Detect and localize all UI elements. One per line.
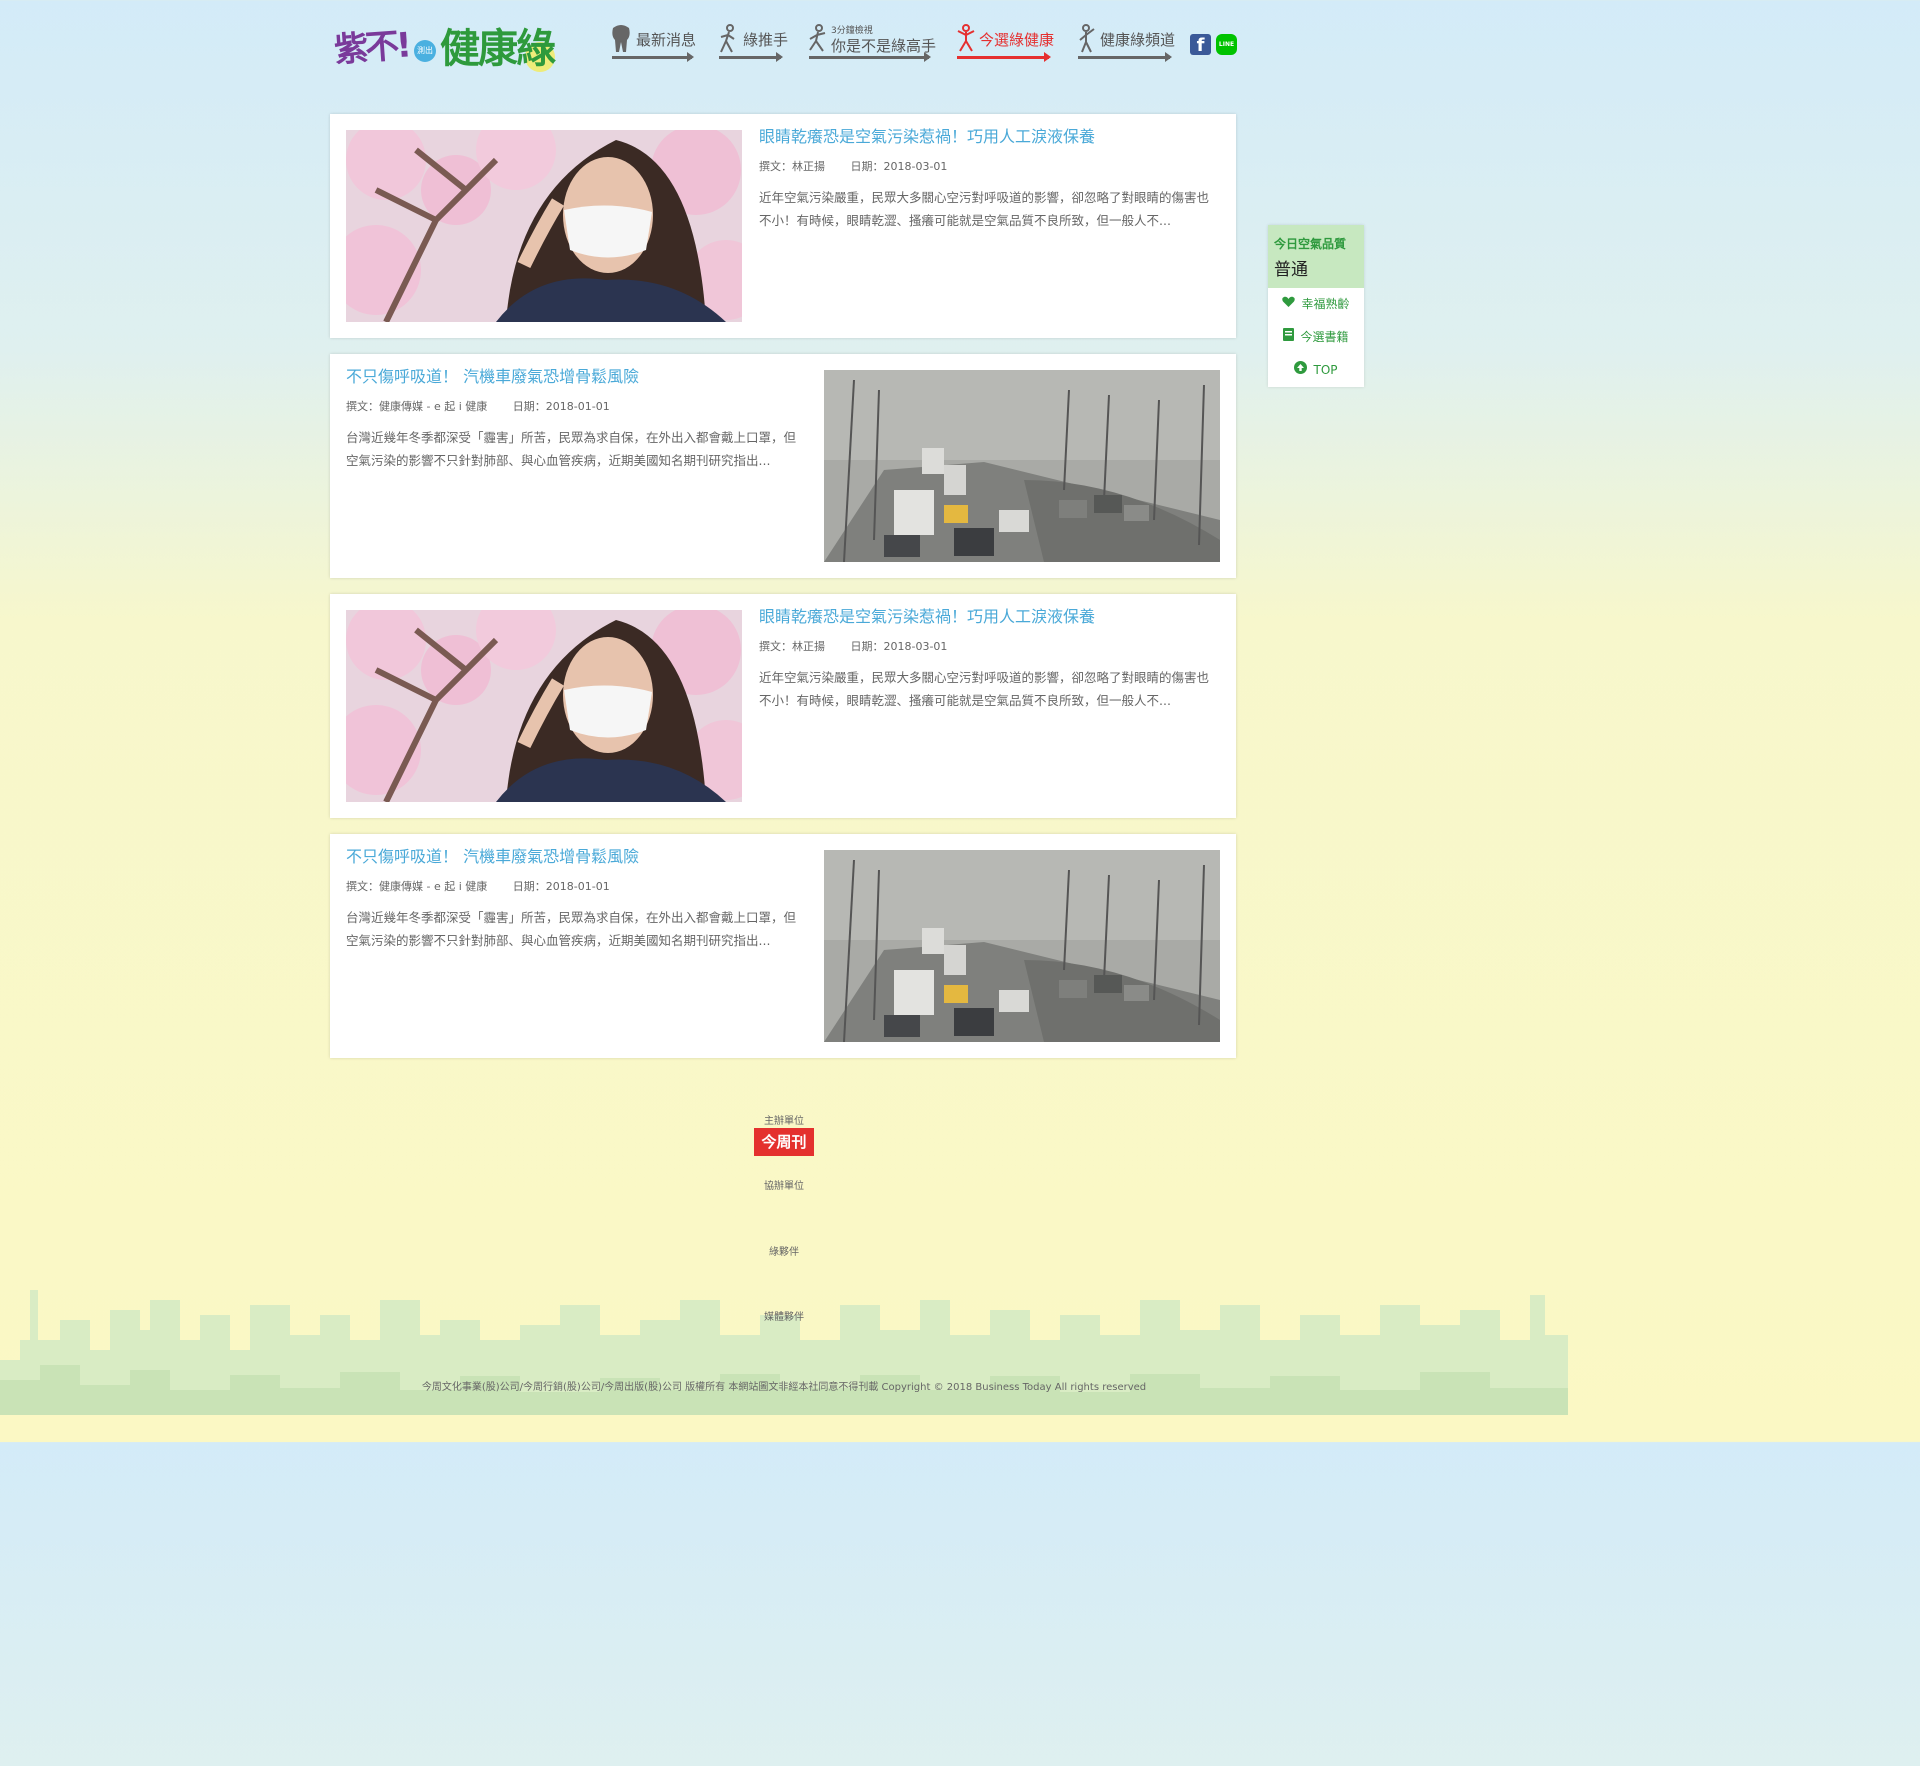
nav-arrow — [809, 52, 931, 62]
nav-arrow — [719, 52, 783, 62]
nav-arrow — [1078, 52, 1172, 62]
nav-arrow — [612, 52, 694, 62]
logo-text-part3: 健康綠 — [440, 26, 556, 72]
woman-mask-photo — [346, 130, 742, 322]
article-author: 撰文：林正揚 — [759, 160, 825, 173]
media-partner-label: 媒體夥伴 — [764, 1312, 804, 1323]
article-meta: 撰文：林正揚 日期：2018-03-01 — [759, 638, 1219, 654]
article-excerpt: 台灣近幾年冬季都深受「霾害」所苦，民眾為求自保，在外出入都會戴上口罩，但空氣污染… — [346, 910, 797, 948]
site-logo[interactable]: 紫不! 測出 健康綠 — [330, 12, 560, 78]
logo-text-part1: 紫不! — [332, 25, 411, 71]
article-text: 眼睛乾癢恐是空氣污染惹禍！巧用人工淚液保養 撰文：林正揚 日期：2018-03-… — [759, 126, 1219, 232]
running-figure-icon — [809, 24, 826, 52]
book-icon — [1283, 328, 1295, 341]
walking-figure-icon — [720, 24, 735, 53]
article-meta: 撰文：健康傳媒 - e 起 i 健康 日期：2018-01-01 — [346, 398, 806, 414]
nav-label: 最新消息 — [636, 31, 697, 49]
article-author: 撰文：林正揚 — [759, 640, 825, 653]
nav-item-quiz[interactable]: 3分鐘檢視 你是不是綠高手 — [807, 22, 937, 78]
nav-item-latest-news[interactable]: 最新消息 — [610, 22, 696, 78]
sidebar-link-label: 幸福熟齡 — [1301, 297, 1350, 311]
footer-bottom-strip — [0, 1415, 1568, 1442]
article-meta: 撰文：林正揚 日期：2018-03-01 — [759, 158, 1219, 174]
article-date: 日期：2018-01-01 — [512, 400, 610, 413]
traffic-smog-photo — [824, 850, 1220, 1042]
article-date: 日期：2018-03-01 — [850, 640, 948, 653]
article-image-traffic[interactable] — [824, 850, 1220, 1042]
co-organizer-label: 協辦單位 — [764, 1181, 804, 1192]
nav-item-green-health[interactable]: 今選綠健康 — [955, 22, 1055, 78]
article-author: 撰文：健康傳媒 - e 起 i 健康 — [346, 880, 488, 893]
jumping-figure-icon — [957, 24, 975, 52]
nav-item-health-channel[interactable]: 健康綠頻道 — [1076, 22, 1176, 78]
air-quality-panel: 今日空氣品質 普通 — [1268, 225, 1364, 288]
site-header: 紫不! 測出 健康綠 最新消息 綠推手 3分鐘檢視 你是不是綠高手 今選綠健康 … — [330, 12, 1240, 82]
nav-label: 你是不是綠高手 — [831, 37, 937, 55]
nav-arrow — [957, 52, 1051, 62]
article-excerpt: 近年空氣污染嚴重，民眾大多關心空污對呼吸道的影響，卻忽略了對眼睛的傷害也不小！有… — [759, 670, 1210, 708]
article-card: 眼睛乾癢恐是空氣污染惹禍！巧用人工淚液保養 撰文：林正揚 日期：2018-03-… — [330, 594, 1236, 818]
article-image-woman-mask[interactable] — [346, 130, 742, 322]
line-icon[interactable]: LINE — [1216, 34, 1237, 55]
article-image-woman-mask[interactable] — [346, 610, 742, 802]
floating-sidebar: 今日空氣品質 普通 幸福熟齡 今選書籍 TOP — [1268, 225, 1364, 387]
facebook-icon[interactable]: f — [1190, 34, 1211, 56]
nav-label: 今選綠健康 — [979, 31, 1055, 49]
article-text: 不只傷呼吸道！ 汽機車廢氣恐增骨鬆風險 撰文：健康傳媒 - e 起 i 健康 日… — [346, 846, 806, 952]
article-card: 不只傷呼吸道！ 汽機車廢氣恐增骨鬆風險 撰文：健康傳媒 - e 起 i 健康 日… — [330, 834, 1236, 1058]
green-partner-label: 綠夥伴 — [769, 1247, 799, 1258]
stretching-figure-icon — [1079, 24, 1095, 53]
article-text: 不只傷呼吸道！ 汽機車廢氣恐增骨鬆風險 撰文：健康傳媒 - e 起 i 健康 日… — [346, 366, 806, 472]
article-card: 眼睛乾癢恐是空氣污染惹禍！巧用人工淚液保養 撰文：林正揚 日期：2018-03-… — [330, 114, 1236, 338]
article-card: 不只傷呼吸道！ 汽機車廢氣恐增骨鬆風險 撰文：健康傳媒 - e 起 i 健康 日… — [330, 354, 1236, 578]
logo-text-part2: 測出 — [414, 40, 436, 62]
sidebar-link-label: 今選書籍 — [1300, 330, 1349, 344]
nav-label: 綠推手 — [743, 31, 789, 49]
business-today-logo[interactable]: 今周刊 — [754, 1128, 814, 1156]
article-date: 日期：2018-03-01 — [850, 160, 948, 173]
article-meta: 撰文：健康傳媒 - e 起 i 健康 日期：2018-01-01 — [346, 878, 806, 894]
nav-label: 健康綠頻道 — [1100, 31, 1176, 49]
article-excerpt: 近年空氣污染嚴重，民眾大多關心空污對呼吸道的影響，卻忽略了對眼睛的傷害也不小！有… — [759, 190, 1210, 228]
article-title[interactable]: 眼睛乾癢恐是空氣污染惹禍！巧用人工淚液保養 — [759, 606, 1219, 628]
nav-item-green-promoters[interactable]: 綠推手 — [717, 22, 789, 78]
arrow-up-circle-icon — [1294, 361, 1308, 374]
article-title[interactable]: 不只傷呼吸道！ 汽機車廢氣恐增骨鬆風險 — [346, 366, 806, 388]
heart-icon — [1282, 296, 1296, 307]
article-text: 眼睛乾癢恐是空氣污染惹禍！巧用人工淚液保養 撰文：林正揚 日期：2018-03-… — [759, 606, 1219, 712]
sidebar-link-top[interactable]: TOP — [1268, 354, 1364, 387]
sidebar-link-label: TOP — [1313, 363, 1338, 377]
article-author: 撰文：健康傳媒 - e 起 i 健康 — [346, 400, 488, 413]
copyright-text: 今周文化事業(股)公司/今周行銷(股)公司/今周出版(股)公司 版權所有 本網站… — [421, 1382, 1147, 1393]
article-title[interactable]: 眼睛乾癢恐是空氣污染惹禍！巧用人工淚液保養 — [759, 126, 1219, 148]
city-skyline-decoration — [0, 1290, 1568, 1416]
article-image-traffic[interactable] — [824, 370, 1220, 562]
air-quality-title: 今日空氣品質 — [1274, 237, 1347, 251]
article-date: 日期：2018-01-01 — [512, 880, 610, 893]
sidebar-link-books[interactable]: 今選書籍 — [1268, 321, 1364, 354]
article-title[interactable]: 不只傷呼吸道！ 汽機車廢氣恐增骨鬆風險 — [346, 846, 806, 868]
sidebar-link-happy-aging[interactable]: 幸福熟齡 — [1268, 288, 1364, 321]
tooth-icon — [612, 25, 630, 52]
organizer-label: 主辦單位 — [764, 1116, 804, 1127]
woman-mask-photo — [346, 610, 742, 802]
air-quality-value: 普通 — [1274, 260, 1308, 280]
traffic-smog-photo — [824, 370, 1220, 562]
article-excerpt: 台灣近幾年冬季都深受「霾害」所苦，民眾為求自保，在外出入都會戴上口罩，但空氣污染… — [346, 430, 797, 468]
